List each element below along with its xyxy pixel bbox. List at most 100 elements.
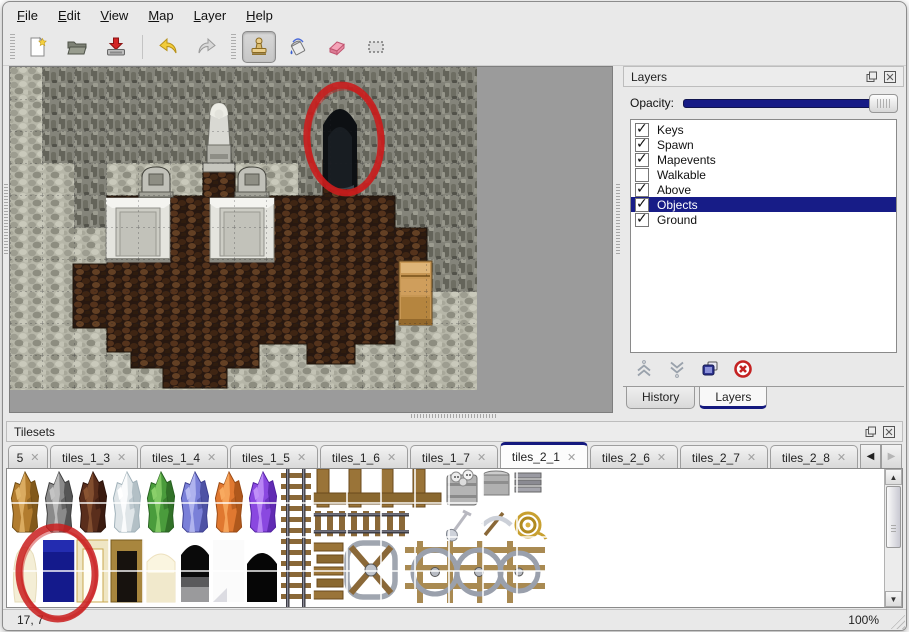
layer-row[interactable]: Ground [631, 212, 896, 227]
map-drawing [10, 67, 610, 410]
tab-close-icon[interactable]: ✕ [207, 451, 216, 464]
fill-tool-button[interactable] [281, 31, 315, 63]
eraser-tool-icon [325, 35, 349, 59]
float-panel-icon[interactable] [865, 70, 878, 83]
tab-close-icon[interactable]: ✕ [477, 451, 486, 464]
vertical-splitter[interactable] [613, 66, 622, 411]
tab-close-icon[interactable]: ✕ [747, 451, 756, 464]
tilesets-panel-titlebar[interactable]: Tilesets [6, 421, 903, 442]
close-panel-icon[interactable] [883, 70, 896, 83]
tileset-tab[interactable]: tiles_1_3✕ [50, 445, 138, 469]
tileset-tab-active[interactable]: tiles_2_1✕ [500, 442, 588, 469]
tab-close-icon[interactable]: ✕ [297, 451, 306, 464]
menu-edit[interactable]: Edit [55, 6, 83, 25]
layer-visibility-checkbox[interactable] [635, 153, 649, 167]
statusbar: 17, 7 100% [3, 609, 906, 630]
tileset-tab[interactable]: tiles_1_4✕ [140, 445, 228, 469]
layer-name: Above [657, 183, 691, 197]
layer-name: Spawn [657, 138, 694, 152]
layer-visibility-checkbox[interactable] [635, 213, 649, 227]
horizontal-splitter[interactable] [3, 411, 906, 421]
layer-name: Objects [657, 198, 698, 212]
tab-history[interactable]: History [626, 387, 695, 409]
tileset-tab[interactable]: tiles_1_7✕ [410, 445, 498, 469]
undo-button[interactable] [151, 31, 185, 63]
tileset-tab[interactable]: tiles_1_5✕ [230, 445, 318, 469]
float-panel-icon[interactable] [864, 425, 877, 438]
scroll-down-icon[interactable]: ▼ [885, 591, 902, 607]
tileset-tab[interactable]: tiles_1_6✕ [320, 445, 408, 469]
layer-row[interactable]: Above [631, 182, 896, 197]
move-layer-down-button[interactable] [666, 358, 688, 380]
open-map-button[interactable] [60, 31, 94, 63]
layer-name: Walkable [657, 168, 706, 182]
layer-name: Mapevents [657, 153, 716, 167]
toolbar-grip[interactable] [10, 34, 15, 60]
tileset-drawing [7, 469, 883, 607]
tileset-scrollbar[interactable]: ▲ ▼ [884, 469, 902, 607]
layer-row[interactable]: Walkable [631, 167, 896, 182]
move-layer-up-button[interactable] [633, 358, 655, 380]
layer-list[interactable]: Keys Spawn Mapevents Walkable Above Obje… [630, 119, 897, 353]
layer-row[interactable]: Objects [631, 197, 896, 212]
redo-icon [195, 35, 219, 59]
menu-view[interactable]: View [97, 6, 131, 25]
tab-close-icon[interactable]: ✕ [117, 451, 126, 464]
toolbar-grip[interactable] [231, 34, 236, 60]
scroll-tabs-left-icon[interactable]: ◀ [860, 444, 881, 469]
scroll-tabs-right-icon[interactable]: ▶ [881, 444, 902, 469]
app-window: File Edit View Map Layer Help [2, 1, 907, 631]
new-file-button[interactable] [21, 31, 55, 63]
resize-grip[interactable] [890, 614, 905, 629]
map-canvas[interactable] [9, 66, 613, 413]
duplicate-layer-button[interactable] [699, 358, 721, 380]
tileset-tab[interactable]: tiles_2_6✕ [590, 445, 678, 469]
layer-row[interactable]: Mapevents [631, 152, 896, 167]
menu-layer[interactable]: Layer [191, 6, 230, 25]
tilesets-panel-title: Tilesets [14, 425, 859, 439]
stamp-tool-button[interactable] [242, 31, 276, 63]
select-tool-button[interactable] [359, 31, 393, 63]
menu-help[interactable]: Help [243, 6, 276, 25]
opacity-slider-handle[interactable] [869, 94, 898, 113]
tab-close-icon[interactable]: ✕ [837, 451, 846, 464]
layers-panel: Layers Opacity: Keys Spawn [623, 66, 904, 411]
menu-map[interactable]: Map [145, 6, 176, 25]
scrollbar-thumb[interactable] [886, 486, 901, 548]
layer-row[interactable]: Spawn [631, 137, 896, 152]
menu-file[interactable]: File [14, 6, 41, 25]
redo-button[interactable] [190, 31, 224, 63]
delete-layer-button[interactable] [732, 358, 754, 380]
close-panel-icon[interactable] [882, 425, 895, 438]
scroll-up-icon[interactable]: ▲ [885, 469, 902, 485]
open-folder-icon [65, 35, 89, 59]
tileset-canvas[interactable]: ▲ ▼ [6, 468, 903, 608]
eraser-tool-button[interactable] [320, 31, 354, 63]
select-tool-icon [364, 35, 388, 59]
save-map-button[interactable] [99, 31, 133, 63]
move-layer-up-icon [634, 359, 654, 379]
tileset-tab[interactable]: tiles_2_7✕ [680, 445, 768, 469]
tab-close-icon[interactable]: ✕ [387, 451, 396, 464]
layer-row[interactable]: Keys [631, 122, 896, 137]
tab-close-icon[interactable]: ✕ [657, 451, 666, 464]
dock-tab-bar: History Layers [623, 386, 904, 412]
stamp-tool-icon [247, 35, 271, 59]
menubar: File Edit View Map Layer Help [3, 2, 906, 28]
tileset-tab[interactable]: tiles_2_8✕ [770, 445, 858, 469]
layers-panel-titlebar[interactable]: Layers [623, 66, 904, 87]
opacity-label: Opacity: [630, 96, 674, 110]
tileset-tab-bar: 5✕ tiles_1_3✕ tiles_1_4✕ tiles_1_5✕ tile… [6, 442, 903, 469]
toolbar-separator [142, 35, 143, 59]
tab-close-icon[interactable]: ✕ [567, 451, 576, 464]
new-file-icon [26, 35, 50, 59]
move-layer-down-icon [667, 359, 687, 379]
layers-panel-title: Layers [631, 70, 860, 84]
fill-tool-icon [286, 35, 310, 59]
tileset-tab[interactable]: 5✕ [8, 445, 48, 469]
tab-close-icon[interactable]: ✕ [30, 451, 39, 464]
duplicate-layer-icon [700, 359, 720, 379]
tab-layers[interactable]: Layers [699, 387, 767, 409]
zoom-level: 100% [848, 613, 879, 627]
opacity-slider[interactable] [683, 99, 897, 108]
